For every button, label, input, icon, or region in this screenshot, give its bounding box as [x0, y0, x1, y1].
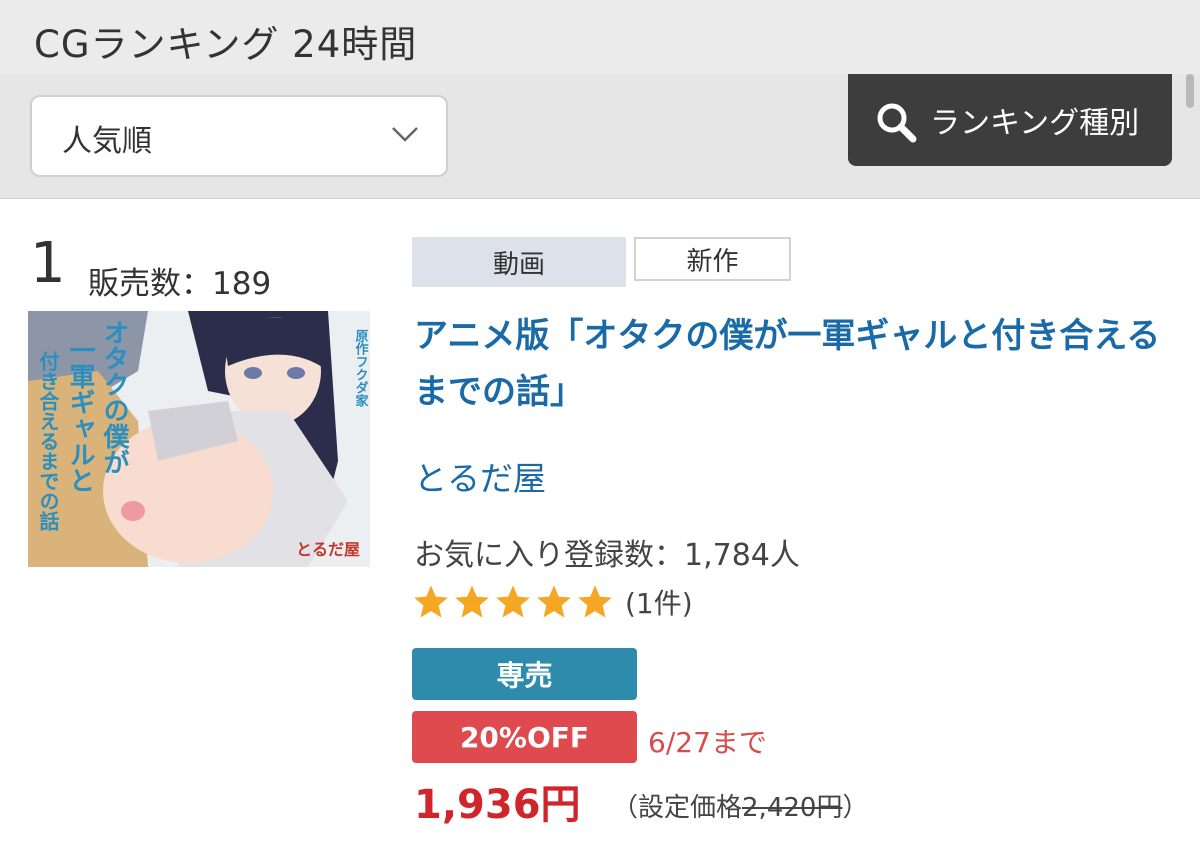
list-price-prefix: （設定価格	[612, 793, 743, 823]
sort-order-select[interactable]: 人気順	[30, 95, 448, 177]
rating-count: (1件)	[625, 587, 693, 620]
list-price: （設定価格2,420円）	[612, 787, 868, 824]
chevron-down-icon	[392, 127, 418, 142]
page-title: CGランキング 24時間	[34, 23, 418, 66]
list-price-suffix: ）	[842, 793, 869, 823]
sale-price: 1,936円	[414, 782, 581, 828]
search-icon	[877, 103, 917, 143]
star-icon	[414, 585, 448, 618]
product-thumbnail[interactable]: 原作フクダ家 オタクの僕が 一軍ギャルと 付き合えるまでの話 とるだ屋	[28, 311, 370, 567]
rating-row: (1件)	[412, 582, 693, 622]
star-icon	[496, 585, 530, 618]
ranking-type-label: ランキング種別	[930, 106, 1140, 141]
star-icon	[455, 585, 489, 618]
ranking-type-button[interactable]: ランキング種別	[848, 74, 1172, 166]
thumbnail-logo-text: とるだ屋	[296, 540, 360, 559]
discount-badge: 20%OFF	[412, 711, 637, 763]
page-title-bar: CGランキング 24時間	[0, 0, 1200, 74]
product-title-link[interactable]: アニメ版「オタクの僕が一軍ギャルと付き合えるまでの話」	[414, 308, 1174, 420]
favorites-count: お気に入り登録数：1,784人	[414, 538, 800, 573]
sort-order-label: 人気順	[62, 124, 152, 159]
thumbnail-credit-text: 原作フクダ家	[353, 329, 369, 408]
tag-new: 新作	[634, 237, 791, 281]
list-price-value: 2,420円	[742, 793, 843, 823]
scrollbar[interactable]	[1186, 74, 1194, 108]
thumbnail-title-line3: 付き合えるまでの話	[36, 350, 60, 532]
rank-number: 1	[30, 231, 66, 296]
thumbnail-title-line2: 一軍ギャルと	[65, 337, 95, 493]
sales-count: 販売数：189	[88, 266, 272, 302]
tag-video: 動画	[412, 237, 626, 287]
discount-end-date: 6/27まで	[648, 726, 767, 759]
exclusive-badge: 専売	[412, 648, 637, 700]
thumbnail-image: 原作フクダ家 オタクの僕が 一軍ギャルと 付き合えるまでの話 とるだ屋	[28, 311, 370, 567]
star-icon	[537, 585, 571, 618]
thumbnail-title-line1: オタクの僕が	[99, 319, 130, 475]
circle-name-link[interactable]: とるだ屋	[414, 452, 546, 500]
control-bar: 人気順 ランキング種別	[0, 74, 1200, 199]
star-icon	[578, 585, 612, 618]
